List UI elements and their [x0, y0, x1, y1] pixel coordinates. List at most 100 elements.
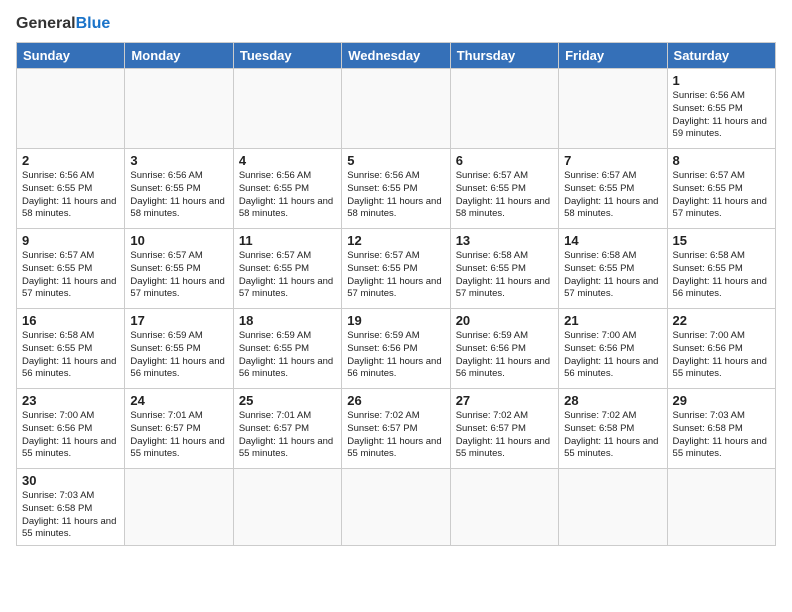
- day-number: 17: [130, 313, 227, 328]
- calendar-cell: 11 Sunrise: 6:57 AM Sunset: 6:55 PM Dayli…: [233, 229, 341, 309]
- cell-info: Sunrise: 6:56 AM Sunset: 6:55 PM Dayligh…: [239, 170, 336, 221]
- cell-info: Sunrise: 7:02 AM Sunset: 6:57 PM Dayligh…: [456, 410, 553, 461]
- day-number: 30: [22, 473, 119, 488]
- weekday-header: Tuesday: [233, 43, 341, 69]
- calendar-cell: [125, 69, 233, 149]
- calendar-cell: 12 Sunrise: 6:57 AM Sunset: 6:55 PM Dayli…: [342, 229, 450, 309]
- weekday-header: Wednesday: [342, 43, 450, 69]
- weekday-header: Sunday: [17, 43, 125, 69]
- cell-info: Sunrise: 6:58 AM Sunset: 6:55 PM Dayligh…: [564, 250, 661, 301]
- day-number: 22: [673, 313, 770, 328]
- calendar-cell: 27 Sunrise: 7:02 AM Sunset: 6:57 PM Dayli…: [450, 389, 558, 469]
- calendar-cell: 17 Sunrise: 6:59 AM Sunset: 6:55 PM Dayli…: [125, 309, 233, 389]
- day-number: 6: [456, 153, 553, 168]
- day-number: 28: [564, 393, 661, 408]
- day-number: 4: [239, 153, 336, 168]
- cell-info: Sunrise: 7:01 AM Sunset: 6:57 PM Dayligh…: [239, 410, 336, 461]
- weekday-header: Saturday: [667, 43, 775, 69]
- cell-info: Sunrise: 6:59 AM Sunset: 6:55 PM Dayligh…: [130, 330, 227, 381]
- calendar-cell: 13 Sunrise: 6:58 AM Sunset: 6:55 PM Dayli…: [450, 229, 558, 309]
- cell-info: Sunrise: 7:01 AM Sunset: 6:57 PM Dayligh…: [130, 410, 227, 461]
- cell-info: Sunrise: 7:00 AM Sunset: 6:56 PM Dayligh…: [22, 410, 119, 461]
- day-number: 5: [347, 153, 444, 168]
- calendar-cell: [17, 69, 125, 149]
- day-number: 10: [130, 233, 227, 248]
- calendar-cell: 25 Sunrise: 7:01 AM Sunset: 6:57 PM Dayli…: [233, 389, 341, 469]
- calendar-cell: 22 Sunrise: 7:00 AM Sunset: 6:56 PM Dayli…: [667, 309, 775, 389]
- day-number: 16: [22, 313, 119, 328]
- weekday-header: Monday: [125, 43, 233, 69]
- cell-info: Sunrise: 6:57 AM Sunset: 6:55 PM Dayligh…: [130, 250, 227, 301]
- cell-info: Sunrise: 6:57 AM Sunset: 6:55 PM Dayligh…: [22, 250, 119, 301]
- cell-info: Sunrise: 6:56 AM Sunset: 6:55 PM Dayligh…: [673, 90, 770, 141]
- calendar-cell: 20Sunrise: 6:59 AM Sunset: 6:56 PM Dayli…: [450, 309, 558, 389]
- cell-info: Sunrise: 6:59 AM Sunset: 6:56 PM Dayligh…: [347, 330, 444, 381]
- calendar-cell: 2 Sunrise: 6:56 AM Sunset: 6:55 PM Daylig…: [17, 149, 125, 229]
- day-number: 18: [239, 313, 336, 328]
- day-number: 9: [22, 233, 119, 248]
- calendar-cell: 1 Sunrise: 6:56 AM Sunset: 6:55 PM Daylig…: [667, 69, 775, 149]
- calendar-cell: 16 Sunrise: 6:58 AM Sunset: 6:55 PM Dayli…: [17, 309, 125, 389]
- day-number: 25: [239, 393, 336, 408]
- calendar-cell: 9 Sunrise: 6:57 AM Sunset: 6:55 PM Daylig…: [17, 229, 125, 309]
- cell-info: Sunrise: 6:58 AM Sunset: 6:55 PM Dayligh…: [22, 330, 119, 381]
- day-number: 20: [456, 313, 553, 328]
- calendar-cell: [342, 69, 450, 149]
- cell-info: Sunrise: 6:56 AM Sunset: 6:55 PM Dayligh…: [22, 170, 119, 221]
- day-number: 2: [22, 153, 119, 168]
- cell-info: Sunrise: 7:00 AM Sunset: 6:56 PM Dayligh…: [673, 330, 770, 381]
- day-number: 3: [130, 153, 227, 168]
- calendar-cell: [667, 469, 775, 546]
- calendar-cell: 5 Sunrise: 6:56 AM Sunset: 6:55 PM Daylig…: [342, 149, 450, 229]
- day-number: 8: [673, 153, 770, 168]
- calendar-cell: 6 Sunrise: 6:57 AM Sunset: 6:55 PM Daylig…: [450, 149, 558, 229]
- calendar-cell: 26 Sunrise: 7:02 AM Sunset: 6:57 PM Dayli…: [342, 389, 450, 469]
- calendar-cell: [450, 69, 558, 149]
- logo: GeneralBlue: [16, 16, 110, 32]
- day-number: 19: [347, 313, 444, 328]
- day-number: 13: [456, 233, 553, 248]
- calendar-cell: 4 Sunrise: 6:56 AM Sunset: 6:55 PM Daylig…: [233, 149, 341, 229]
- cell-info: Sunrise: 6:57 AM Sunset: 6:55 PM Dayligh…: [673, 170, 770, 221]
- calendar-cell: 7 Sunrise: 6:57 AM Sunset: 6:55 PM Daylig…: [559, 149, 667, 229]
- calendar-cell: 18 Sunrise: 6:59 AM Sunset: 6:55 PM Dayli…: [233, 309, 341, 389]
- cell-info: Sunrise: 7:02 AM Sunset: 6:57 PM Dayligh…: [347, 410, 444, 461]
- cell-info: Sunrise: 6:57 AM Sunset: 6:55 PM Dayligh…: [239, 250, 336, 301]
- calendar-cell: 10 Sunrise: 6:57 AM Sunset: 6:55 PM Dayli…: [125, 229, 233, 309]
- calendar-cell: 24Sunrise: 7:01 AM Sunset: 6:57 PM Dayli…: [125, 389, 233, 469]
- day-number: 11: [239, 233, 336, 248]
- page-header: GeneralBlue: [16, 16, 776, 32]
- day-number: 27: [456, 393, 553, 408]
- weekday-header: Thursday: [450, 43, 558, 69]
- calendar-cell: [559, 69, 667, 149]
- day-number: 14: [564, 233, 661, 248]
- cell-info: Sunrise: 7:02 AM Sunset: 6:58 PM Dayligh…: [564, 410, 661, 461]
- cell-info: Sunrise: 6:58 AM Sunset: 6:55 PM Dayligh…: [456, 250, 553, 301]
- weekday-header: Friday: [559, 43, 667, 69]
- day-number: 23: [22, 393, 119, 408]
- day-number: 26: [347, 393, 444, 408]
- cell-info: Sunrise: 6:57 AM Sunset: 6:55 PM Dayligh…: [456, 170, 553, 221]
- calendar-cell: [125, 469, 233, 546]
- day-number: 1: [673, 73, 770, 88]
- cell-info: Sunrise: 7:00 AM Sunset: 6:56 PM Dayligh…: [564, 330, 661, 381]
- calendar-table: SundayMondayTuesdayWednesdayThursdayFrid…: [16, 42, 776, 546]
- calendar-cell: [559, 469, 667, 546]
- calendar-cell: [233, 69, 341, 149]
- calendar-cell: 8 Sunrise: 6:57 AM Sunset: 6:55 PM Daylig…: [667, 149, 775, 229]
- day-number: 12: [347, 233, 444, 248]
- cell-info: Sunrise: 6:57 AM Sunset: 6:55 PM Dayligh…: [347, 250, 444, 301]
- calendar-cell: 15Sunrise: 6:58 AM Sunset: 6:55 PM Dayli…: [667, 229, 775, 309]
- cell-info: Sunrise: 6:58 AM Sunset: 6:55 PM Dayligh…: [673, 250, 770, 301]
- calendar-cell: 19 Sunrise: 6:59 AM Sunset: 6:56 PM Dayli…: [342, 309, 450, 389]
- cell-info: Sunrise: 6:59 AM Sunset: 6:55 PM Dayligh…: [239, 330, 336, 381]
- calendar-cell: [450, 469, 558, 546]
- day-number: 7: [564, 153, 661, 168]
- calendar-cell: 30Sunrise: 7:03 AM Sunset: 6:58 PM Dayli…: [17, 469, 125, 546]
- cell-info: Sunrise: 6:57 AM Sunset: 6:55 PM Dayligh…: [564, 170, 661, 221]
- calendar-cell: [342, 469, 450, 546]
- day-number: 21: [564, 313, 661, 328]
- cell-info: Sunrise: 6:56 AM Sunset: 6:55 PM Dayligh…: [130, 170, 227, 221]
- cell-info: Sunrise: 6:56 AM Sunset: 6:55 PM Dayligh…: [347, 170, 444, 221]
- cell-info: Sunrise: 7:03 AM Sunset: 6:58 PM Dayligh…: [673, 410, 770, 461]
